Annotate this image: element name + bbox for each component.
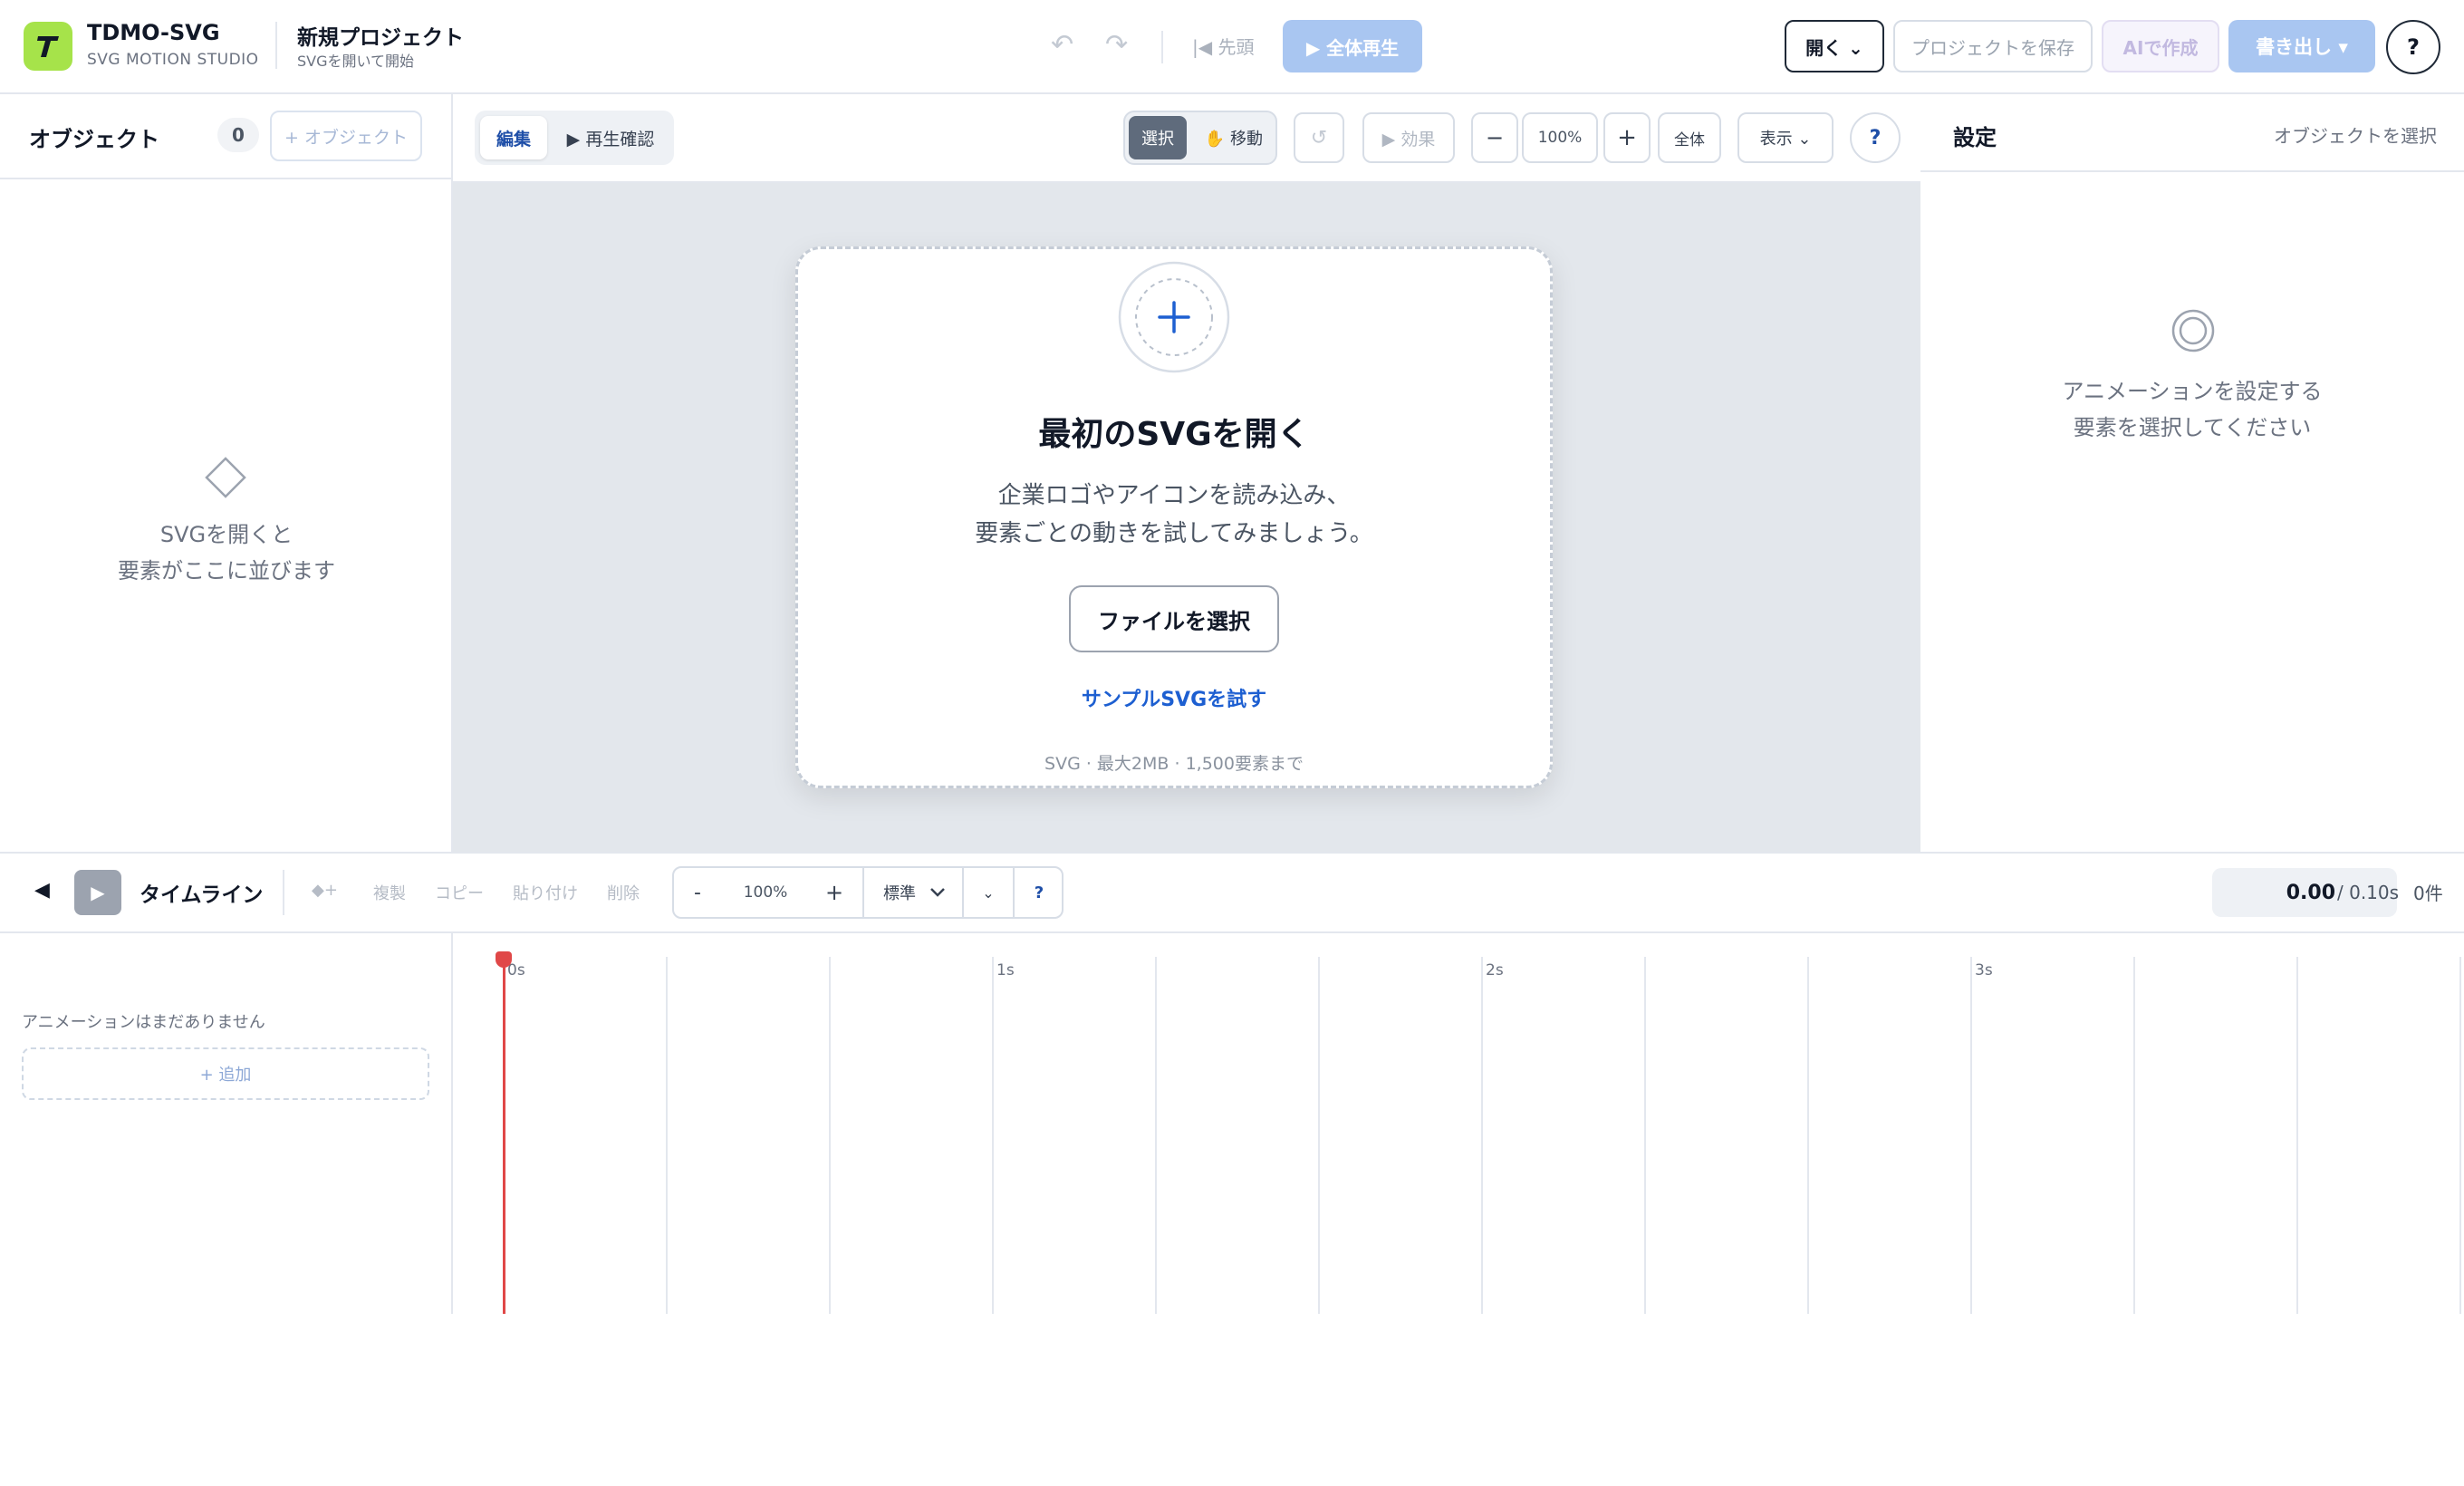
playback-speed-select[interactable]: 標準 [868, 866, 962, 919]
paste-button[interactable]: 貼り付け [513, 881, 578, 904]
select-tool-button[interactable]: 選択 [1129, 116, 1187, 159]
view-menu-button[interactable]: 表示 ⌄ [1737, 112, 1834, 163]
timeline-toolbar [0, 852, 2464, 933]
timeline-track-list [0, 933, 453, 1314]
timeline-help-button[interactable]: ? [1015, 866, 1064, 919]
tab-edit[interactable]: 編集 [480, 116, 547, 159]
settings-title: 設定 [1953, 125, 1997, 150]
ruler-label: 1s [996, 961, 1015, 979]
ruler-label: 2s [1486, 961, 1504, 979]
add-keyframe-button[interactable]: ◆+ [312, 881, 338, 900]
add-object-button[interactable]: + オブジェクト [270, 111, 422, 161]
add-animation-button[interactable]: + 追加 [22, 1047, 429, 1100]
reset-icon[interactable]: ↺ [1294, 112, 1344, 163]
drop-zone-description-1: 企業ロゴやアイコンを読み込み、 [997, 482, 1351, 509]
export-button[interactable]: 書き出し ▾ [2228, 20, 2375, 72]
timeline-separator [862, 868, 864, 917]
app-logo [24, 22, 72, 71]
timeline-zoom-out-button[interactable]: - [672, 866, 723, 919]
tab-preview[interactable]: ▶ 再生確認 [553, 116, 669, 159]
chevron-down-icon [929, 884, 947, 902]
timeline-ruler[interactable]: 0s 1s 2s 3s [453, 933, 2464, 1314]
try-sample-link[interactable]: サンプルSVGを試す [795, 683, 1553, 712]
playback-speed-value: 標準 [883, 884, 916, 903]
choose-file-button[interactable]: ファイルを選択 [1069, 585, 1279, 652]
collapse-timeline-icon[interactable]: ◀ [34, 879, 50, 902]
help-button[interactable]: ? [2386, 20, 2440, 74]
timeline-divider [283, 870, 284, 915]
drop-zone-description-2: 要素ごとの動きを試してみましょう。 [975, 520, 1373, 547]
timeline-options-button[interactable]: ⌄ [964, 866, 1013, 919]
add-file-icon[interactable] [1116, 259, 1232, 375]
settings-empty-text-2: 要素を選択してください [2073, 415, 2312, 440]
ai-create-button[interactable]: AIで作成 [2102, 20, 2219, 72]
play-all-button[interactable]: ▶ 全体再生 [1283, 20, 1422, 72]
timeline-play-button[interactable]: ▶ [74, 870, 121, 915]
effect-button[interactable]: ▶ 効果 [1362, 112, 1455, 163]
header-divider-2 [1161, 31, 1163, 63]
diamond-icon [205, 457, 246, 498]
settings-empty-text-1: アニメーションを設定する [2062, 379, 2323, 404]
timeline-title: タイムライン [140, 883, 264, 907]
select-object-hint: オブジェクトを選択 [2274, 125, 2437, 147]
ruler-label: 3s [1975, 961, 1993, 979]
go-to-start-button[interactable]: |◀ 先頭 [1192, 33, 1254, 59]
zoom-level[interactable]: 100% [1522, 112, 1598, 163]
delete-button[interactable]: 削除 [607, 881, 640, 904]
playhead-line[interactable] [503, 953, 505, 1314]
open-button[interactable]: 開く ⌄ [1785, 20, 1884, 72]
objects-title: オブジェクト [29, 127, 159, 152]
save-project-button[interactable]: プロジェクトを保存 [1893, 20, 2093, 72]
objects-empty-text-2: 要素がここに並びます [118, 558, 335, 584]
timeline-zoom-in-button[interactable]: + [806, 866, 862, 919]
timeline-zoom-level: 100% [743, 883, 788, 902]
animation-count: 0件 [2413, 883, 2443, 904]
drop-zone-title: 最初のSVGを開く [1038, 416, 1310, 453]
timeline-empty-text: アニメーションはまだありません [22, 1013, 265, 1032]
header-divider [275, 22, 277, 69]
undo-icon[interactable]: ↶ [1051, 29, 1073, 61]
move-tool-button[interactable]: ✋ 移動 [1194, 116, 1274, 159]
settings-panel [1920, 94, 2464, 852]
current-time[interactable]: 0.00 [2212, 868, 2335, 917]
project-subtitle: SVGを開いて開始 [297, 53, 415, 70]
copy-button[interactable]: コピー [435, 881, 484, 904]
canvas-help-button[interactable]: ? [1850, 112, 1901, 163]
logo-t-icon [37, 36, 59, 57]
objects-empty-text-1: SVGを開くと [159, 522, 294, 547]
objects-count-badge: 0 [217, 118, 259, 152]
duplicate-button[interactable]: 複製 [373, 881, 406, 904]
app-name: TDMO-SVG [87, 20, 220, 45]
project-name[interactable]: 新規プロジェクト [297, 20, 464, 51]
target-icon [2171, 309, 2215, 352]
zoom-fit-button[interactable]: 全体 [1658, 112, 1721, 163]
total-time: / 0.10s [2337, 882, 2400, 903]
redo-icon[interactable]: ↷ [1105, 29, 1128, 61]
app-subtitle: SVG MOTION STUDIO [87, 51, 259, 69]
zoom-out-button[interactable]: − [1471, 112, 1518, 163]
file-limits-text: SVG · 最大2MB · 1,500要素まで [1044, 754, 1304, 774]
play-icon: ▶ [91, 882, 105, 903]
zoom-in-button[interactable]: + [1603, 112, 1651, 163]
playhead-handle[interactable] [496, 951, 512, 968]
